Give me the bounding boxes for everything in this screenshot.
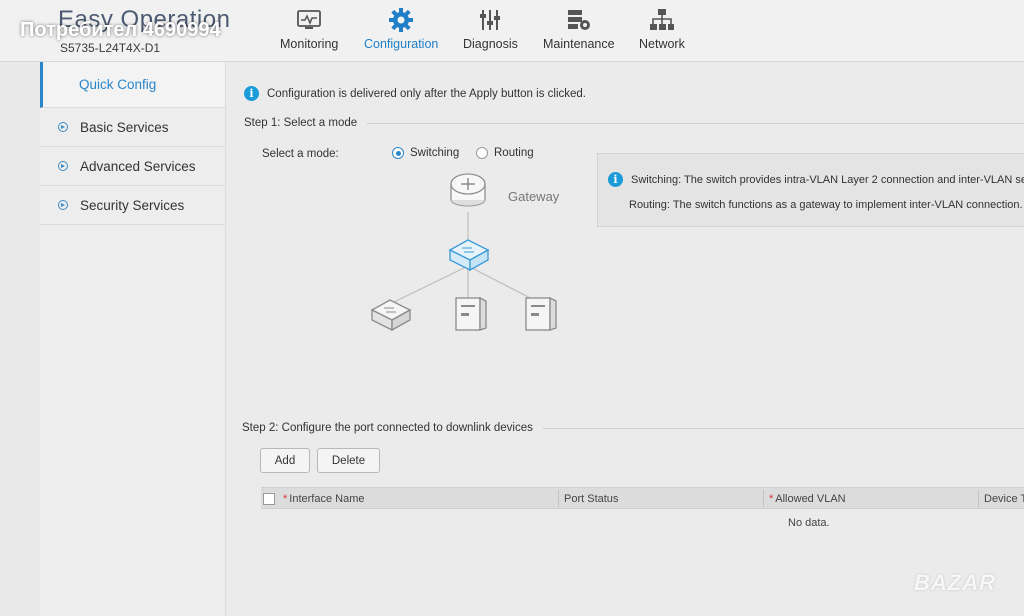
nav-label: Configuration [364, 37, 439, 51]
step2-title-text: Step 2: Configure the port connected to … [242, 422, 533, 434]
nav-label: Maintenance [543, 37, 615, 51]
sidebar-item-label: Security Services [80, 197, 185, 213]
column-label: Allowed VLAN [775, 492, 846, 505]
gateway-label: Gateway [508, 189, 560, 204]
sliders-icon [476, 6, 504, 34]
nav-maintenance[interactable]: Maintenance [543, 6, 615, 51]
column-header-port-status[interactable]: Port Status [564, 488, 618, 509]
table-empty-message: No data. [788, 517, 830, 529]
monitor-icon [295, 6, 323, 34]
sidebar-item-label: Quick Config [79, 77, 157, 92]
watermark-logo: BAZAR [914, 570, 996, 595]
sidebar-item-advanced-services[interactable]: Advanced Services [40, 147, 225, 186]
step1-title: Step 1: Select a mode [244, 117, 1024, 129]
column-label: Device T [984, 492, 1024, 505]
sidebar-item-label: Basic Services [80, 119, 169, 135]
gear-icon [387, 6, 415, 34]
server-icon [455, 296, 487, 331]
column-label: Interface Name [289, 492, 365, 505]
expand-arrow-icon [58, 200, 68, 210]
column-divider [978, 490, 979, 507]
main-content: i Configuration is delivered only after … [226, 62, 1024, 616]
expand-arrow-icon [58, 122, 68, 132]
info-switching-text: Switching: The switch provides intra-VLA… [631, 173, 1024, 186]
access-switch-icon [370, 299, 412, 332]
column-header-allowed-vlan[interactable]: * Allowed VLAN [769, 488, 846, 509]
column-header-interface-name[interactable]: * Interface Name [283, 488, 364, 509]
server-icon [525, 296, 557, 331]
radio-button-checked[interactable] [392, 147, 404, 159]
step1-title-text: Step 1: Select a mode [244, 117, 358, 129]
nav-diagnosis[interactable]: Diagnosis [463, 6, 518, 51]
divider [367, 122, 1024, 124]
radio-label: Routing [494, 147, 534, 159]
info-routing-text: Routing: The switch functions as a gatew… [629, 199, 1023, 211]
add-button[interactable]: Add [260, 448, 310, 473]
nav-network[interactable]: Network [639, 6, 685, 51]
select-all-cell [263, 488, 275, 509]
info-switching-row: i Switching: The switch provides intra-V… [608, 172, 1024, 187]
nav-configuration[interactable]: Configuration [364, 6, 438, 51]
sidebar: Quick Config Basic Services Advanced Ser… [40, 62, 226, 616]
sidebar-item-quick-config[interactable]: Quick Config [40, 62, 225, 108]
nav-monitoring[interactable]: Monitoring [280, 6, 338, 51]
divider [542, 427, 1024, 429]
table-header: * Interface Name Port Status * Allowed V… [261, 487, 1024, 509]
column-divider [558, 490, 559, 507]
mode-label: Select a mode: [262, 148, 339, 160]
radio-routing[interactable]: Routing [476, 147, 534, 159]
delete-button[interactable]: Delete [317, 448, 380, 473]
nav-label: Diagnosis [463, 37, 518, 51]
column-label: Port Status [564, 492, 619, 505]
nav-label: Monitoring [280, 37, 339, 51]
sidebar-item-security-services[interactable]: Security Services [40, 186, 225, 225]
column-divider [763, 490, 764, 507]
radio-label: Switching [410, 147, 460, 159]
core-switch-icon [448, 239, 490, 272]
radio-button[interactable] [476, 147, 488, 159]
required-marker: * [283, 492, 288, 505]
step2-title: Step 2: Configure the port connected to … [242, 422, 1024, 434]
router-icon [450, 173, 486, 207]
expand-arrow-icon [58, 161, 68, 171]
sidebar-item-basic-services[interactable]: Basic Services [40, 108, 225, 147]
watermark-username: Потребител 4690994 [20, 19, 221, 41]
server-gear-icon [565, 6, 593, 34]
radio-switching[interactable]: Switching [392, 147, 459, 159]
select-all-checkbox[interactable] [263, 492, 275, 505]
required-marker: * [769, 492, 774, 505]
sidebar-item-label: Advanced Services [80, 158, 196, 174]
apply-notice: i Configuration is delivered only after … [244, 86, 586, 101]
column-header-device-type[interactable]: Device T [984, 488, 1024, 509]
notice-text: Configuration is delivered only after th… [267, 87, 586, 100]
mode-info-box: i Switching: The switch provides intra-V… [597, 153, 1024, 227]
network-topology-icon [648, 6, 676, 34]
info-icon: i [608, 172, 623, 187]
device-model: S5735-L24T4X-D1 [60, 41, 161, 55]
nav-label: Network [639, 37, 685, 51]
info-icon: i [244, 86, 259, 101]
